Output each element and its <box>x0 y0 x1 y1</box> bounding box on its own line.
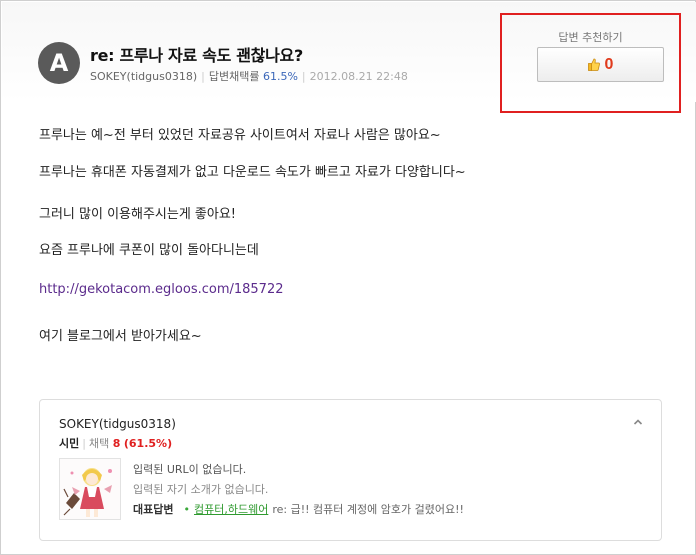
adopt-count: 8 <box>112 437 121 450</box>
adopt-rate-label: 답변채택률 <box>208 70 260 83</box>
meta-divider: | <box>201 70 205 83</box>
answer-paragraph: 프루나는 예~전 부터 있었던 자료공유 사이트여서 자료나 사람은 많아요~ <box>39 128 441 143</box>
recommend-count: 0 <box>604 55 614 73</box>
representative-answer: 대표답변 • 컴퓨터,하드웨어 re: 급!! 컴퓨터 계정에 암호가 걸렸어요!! <box>133 501 464 517</box>
recommend-button[interactable]: 0 <box>537 47 664 82</box>
answerer-avatar[interactable]: A <box>38 42 80 84</box>
bullet-icon: • <box>183 503 190 516</box>
profile-image <box>59 458 121 520</box>
rep-category-link[interactable]: 컴퓨터,하드웨어 <box>194 503 268 516</box>
answer-date: 2012.08.21 22:48 <box>309 70 408 83</box>
meta-divider: | <box>301 70 306 83</box>
answerer-profile-card: SOKEY(tidgus0318) 시민 | 채택 8 (61.5%) 입력된 … <box>39 399 662 541</box>
answer-paragraph: 그러니 많이 이용해주시는게 좋아요! <box>39 207 237 222</box>
profile-grade: 시민 <box>59 437 80 450</box>
profile-intro-info: 입력된 자기 소개가 없습니다. <box>133 483 269 496</box>
recommend-label: 답변 추천하기 <box>558 31 623 44</box>
adopt-rate-value: 61.5% <box>262 70 298 83</box>
adopt-percent: (61.5%) <box>123 437 173 450</box>
chevron-up-icon[interactable] <box>633 417 643 427</box>
answer-meta: SOKEY(tidgus0318) | 답변채택률 61.5% | 2012.08.21… <box>90 68 408 84</box>
author-link[interactable]: SOKEY(tidgus0318) <box>90 70 197 83</box>
rank-divider: | <box>82 437 86 450</box>
recommend-highlight-box: 답변 추천하기 0 <box>500 13 681 113</box>
answer-title: re: 프루나 자료 속도 괜찮나요? <box>90 46 303 65</box>
answer-paragraph: 요즘 프루나에 쿠폰이 많이 돌아다니는데 <box>39 243 259 258</box>
rep-answer-link[interactable]: re: 급!! 컴퓨터 계정에 암호가 걸렸어요!! <box>272 503 464 516</box>
profile-url-info: 입력된 URL이 없습니다. <box>133 463 247 476</box>
thumbs-up-icon <box>587 58 600 71</box>
adopt-label: 채택 <box>88 437 110 450</box>
rep-answer-label: 대표답변 <box>133 503 174 516</box>
answer-paragraph: 프루나는 휴대폰 자동결제가 없고 다운로드 속도가 빠르고 자료가 다양합니다… <box>39 165 466 180</box>
answer-panel: A re: 프루나 자료 속도 괜찮나요? SOKEY(tidgus0318) |… <box>0 0 696 555</box>
blog-link[interactable]: http://gekotacom.egloos.com/185722 <box>39 282 284 297</box>
profile-name[interactable]: SOKEY(tidgus0318) <box>59 417 176 431</box>
profile-rank: 시민 | 채택 8 (61.5%) <box>59 435 172 451</box>
answer-closing: 여기 블로그에서 받아가세요~ <box>39 329 202 344</box>
